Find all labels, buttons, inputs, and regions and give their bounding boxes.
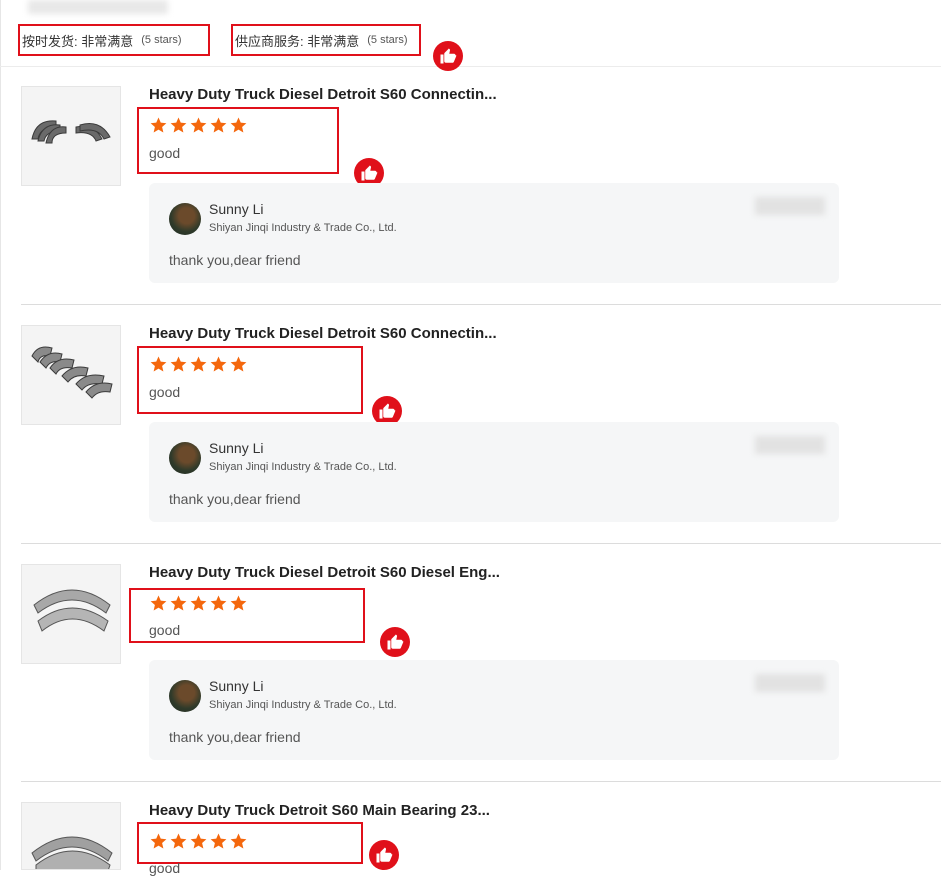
on-time-delivery-rating: 按时发货: 非常满意 (5 stars) [18,24,210,56]
avatar [169,203,201,235]
product-title[interactable]: Heavy Duty Truck Detroit S60 Main Bearin… [149,802,490,819]
star-icon [210,356,227,372]
blurred-header [28,0,168,14]
star-icon [150,833,167,849]
supplier-reply: Sunny Li Shiyan Jinqi Industry & Trade C… [149,660,839,760]
reply-author-name: Sunny Li [209,678,264,694]
star-icon [230,356,247,372]
star-icon [230,117,247,133]
review-item: Heavy Duty Truck Diesel Detroit S60 Dies… [21,564,941,764]
review-item: Heavy Duty Truck Detroit S60 Main Bearin… [21,802,941,876]
reply-text: thank you,dear friend [169,252,301,268]
divider [21,304,941,305]
star-icon [170,117,187,133]
star-icon [150,356,167,372]
avatar [169,442,201,474]
product-image[interactable] [21,325,121,425]
star-icon [210,595,227,611]
star-rating [149,355,248,373]
left-border [0,0,1,870]
reply-company: Shiyan Jinqi Industry & Trade Co., Ltd. [209,222,397,234]
supplier-reply: Sunny Li Shiyan Jinqi Industry & Trade C… [149,422,839,522]
divider [21,781,941,782]
star-icon [150,595,167,611]
star-icon [150,117,167,133]
star-icon [230,595,247,611]
product-image[interactable] [21,564,121,664]
review-text: good [149,384,181,400]
service-stars-text: (5 stars) [367,34,408,46]
product-title[interactable]: Heavy Duty Truck Diesel Detroit S60 Dies… [149,564,500,581]
thumbs-up-icon [369,840,399,870]
star-rating [149,832,248,850]
on-time-stars-text: (5 stars) [141,34,182,46]
star-icon [210,833,227,849]
product-image[interactable] [21,86,121,186]
star-icon [190,595,207,611]
review-item: Heavy Duty Truck Diesel Detroit S60 Conn… [21,325,941,525]
review-text: good [149,145,181,161]
thumbs-up-icon [433,41,463,71]
review-text: good [149,860,181,876]
thumbs-up-icon [380,627,410,657]
supplier-service-rating: 供应商服务: 非常满意 (5 stars) [231,24,421,56]
reply-company: Shiyan Jinqi Industry & Trade Co., Ltd. [209,461,397,473]
reply-author-name: Sunny Li [209,201,264,217]
supplier-reply: Sunny Li Shiyan Jinqi Industry & Trade C… [149,183,839,283]
reply-company: Shiyan Jinqi Industry & Trade Co., Ltd. [209,699,397,711]
divider [21,543,941,544]
avatar [169,680,201,712]
reply-date-blurred [755,197,825,215]
product-title[interactable]: Heavy Duty Truck Diesel Detroit S60 Conn… [149,86,497,103]
review-item: Heavy Duty Truck Diesel Detroit S60 Conn… [21,86,941,286]
star-icon [170,833,187,849]
reply-date-blurred [755,674,825,692]
reply-text: thank you,dear friend [169,729,301,745]
star-icon [210,117,227,133]
service-label: 供应商服务: 非常满意 [235,33,360,49]
star-rating [149,116,248,134]
star-rating [149,594,248,612]
star-icon [230,833,247,849]
star-icon [190,833,207,849]
reply-author-name: Sunny Li [209,440,264,456]
star-icon [170,356,187,372]
on-time-label: 按时发货: 非常满意 [22,33,134,49]
star-icon [170,595,187,611]
star-icon [190,356,207,372]
rating-summary: 按时发货: 非常满意 (5 stars) 供应商服务: 非常满意 (5 star… [0,18,941,67]
product-title[interactable]: Heavy Duty Truck Diesel Detroit S60 Conn… [149,325,497,342]
reply-date-blurred [755,436,825,454]
reply-text: thank you,dear friend [169,491,301,507]
star-icon [190,117,207,133]
product-image[interactable] [21,802,121,870]
review-text: good [149,622,181,638]
